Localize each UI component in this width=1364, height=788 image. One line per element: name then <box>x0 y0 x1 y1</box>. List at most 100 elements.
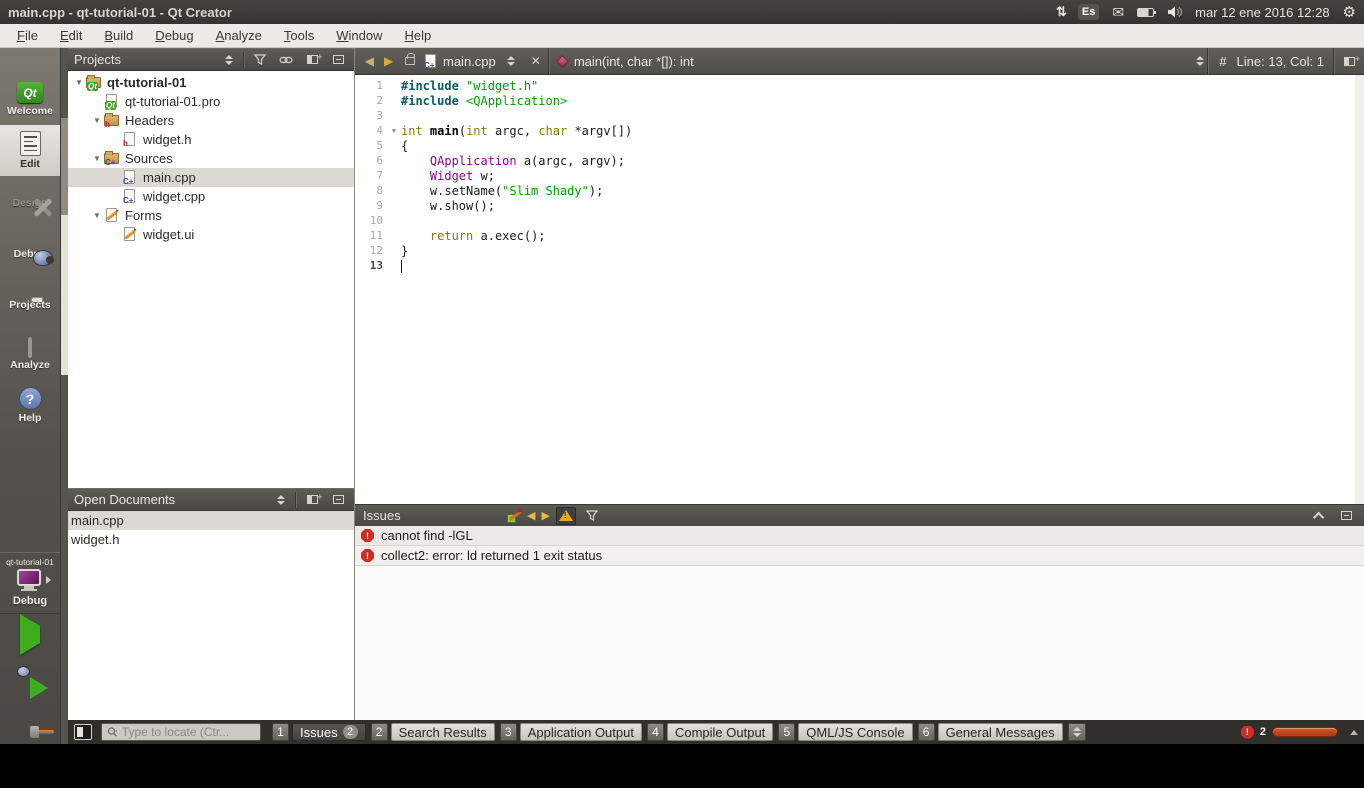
tree-item-widget.cpp[interactable]: C+ widget.cpp <box>68 187 354 206</box>
menu-tools[interactable]: Tools <box>273 25 325 46</box>
sync-with-editor-icon[interactable] <box>276 51 296 69</box>
session-gear-icon[interactable]: ⚙ <box>1343 3 1356 21</box>
toggle-sidebar-icon[interactable] <box>74 724 92 740</box>
output-pane-general-messages[interactable]: 6 General Messages <box>917 723 1063 741</box>
unlocked-icon <box>405 53 415 65</box>
menu-analyze[interactable]: Analyze <box>205 25 273 46</box>
analyze-screen-icon <box>28 336 32 358</box>
code-line-4[interactable]: 4 ▼ int main(int argc, char *argv[]) <box>355 123 1355 138</box>
issue-row[interactable]: ! collect2: error: ld returned 1 exit sta… <box>355 546 1364 566</box>
tree-item-qt-tutorial-01.pro[interactable]: Qt qt-tutorial-01.pro <box>68 92 354 111</box>
code-line-2[interactable]: 2 #include <QApplication> <box>355 93 1355 108</box>
clean-icon[interactable] <box>507 507 523 523</box>
expand-arrow-icon[interactable]: ▼ <box>72 78 86 87</box>
run-button[interactable] <box>0 614 60 656</box>
maximize-panel-icon[interactable] <box>1336 507 1356 525</box>
code-line-5[interactable]: 5{ <box>355 138 1355 153</box>
go-back-icon[interactable]: ◀ <box>365 54 374 68</box>
menu-debug[interactable]: Debug <box>144 25 204 46</box>
code-line-12[interactable]: 12} <box>355 243 1355 258</box>
split-panel-icon[interactable] <box>302 51 323 69</box>
filter-funnel-icon[interactable] <box>250 51 270 69</box>
mail-icon[interactable]: ✉ <box>1112 4 1124 21</box>
menu-build[interactable]: Build <box>93 25 144 46</box>
hash-icon[interactable]: # <box>1219 54 1226 69</box>
output-pane-issues[interactable]: 1 Issues 2 <box>272 723 366 741</box>
panel-selector-combo[interactable] <box>221 54 237 65</box>
pane-number: 4 <box>646 723 664 741</box>
code-line-13[interactable]: 13 <box>355 258 1355 273</box>
output-pane-compile-output[interactable]: 4 Compile Output <box>646 723 774 741</box>
previous-issue-icon[interactable]: ◀ <box>527 509 535 522</box>
tree-item-qt-tutorial-01[interactable]: ▼ Qt qt-tutorial-01 <box>68 73 354 92</box>
sidebar-scrollbar[interactable] <box>60 48 68 744</box>
tree-item-headers[interactable]: ▼ h Headers <box>68 111 354 130</box>
output-pane-qml-js-console[interactable]: 5 QML/JS Console <box>778 723 913 741</box>
code-line-9[interactable]: 9 w.show(); <box>355 198 1355 213</box>
show-warnings-icon[interactable] <box>555 506 576 525</box>
issues-empty-area <box>355 566 1364 720</box>
code-line-11[interactable]: 11 return a.exec(); <box>355 228 1355 243</box>
mode-analyze[interactable]: Analyze <box>0 329 60 380</box>
menu-edit[interactable]: Edit <box>49 25 93 46</box>
qt-pro-file-icon: Qt <box>104 94 120 110</box>
menu-file[interactable]: File <box>6 25 49 46</box>
next-issue-icon[interactable]: ▶ <box>541 509 549 522</box>
kit-selector[interactable]: qt-tutorial-01 Debug <box>0 552 60 614</box>
output-pane-search-results[interactable]: 2 Search Results <box>370 723 495 741</box>
mode-edit[interactable]: Edit <box>0 125 60 176</box>
split-editor-icon[interactable] <box>1334 48 1364 74</box>
document-label: main.cpp <box>71 513 124 528</box>
build-button[interactable] <box>0 698 60 740</box>
issues-panel-title: Issues <box>363 508 401 523</box>
open-document-main.cpp[interactable]: main.cpp <box>68 511 354 530</box>
symbol-combo-arrows[interactable] <box>1192 56 1208 66</box>
tree-item-main.cpp[interactable]: C+ main.cpp <box>68 168 354 187</box>
mode-welcome[interactable]: Qt Welcome <box>0 74 60 125</box>
panel-selector-combo[interactable] <box>273 494 289 505</box>
go-forward-icon[interactable]: ▶ <box>384 54 393 68</box>
clock[interactable]: mar 12 ene 2016 12:28 <box>1195 5 1329 20</box>
output-pane-application-output[interactable]: 3 Application Output <box>499 723 642 741</box>
fold-marker-icon[interactable]: ▼ <box>387 127 401 135</box>
expand-arrow-icon[interactable]: ▼ <box>90 116 104 125</box>
progress-detail-icon[interactable] <box>1350 729 1358 735</box>
filter-funnel-icon[interactable] <box>582 507 602 525</box>
code-line-10[interactable]: 10 <box>355 213 1355 228</box>
code-line-3[interactable]: 3 <box>355 108 1355 123</box>
tree-item-sources[interactable]: ▼ C+ Sources <box>68 149 354 168</box>
network-arrows-icon[interactable]: ⇅ <box>1056 4 1067 20</box>
collapse-up-icon[interactable] <box>1312 511 1325 523</box>
current-filename: main.cpp <box>443 53 496 69</box>
collapse-panel-icon[interactable] <box>328 51 348 69</box>
locator-input[interactable] <box>121 725 255 739</box>
code-line-8[interactable]: 8 w.setName("Slim Shady"); <box>355 183 1355 198</box>
code-editor[interactable]: 1 #include "widget.h" 2 #include <QApplicat… <box>355 75 1364 504</box>
expand-arrow-icon[interactable]: ▼ <box>90 154 104 163</box>
keyboard-layout-indicator[interactable]: Es <box>1077 4 1100 20</box>
symbol-selector[interactable]: main(int, char *[]): int <box>548 48 702 74</box>
start-debugging-button[interactable] <box>0 656 60 699</box>
battery-icon[interactable] <box>1137 7 1157 17</box>
volume-icon[interactable] <box>1167 6 1183 18</box>
expand-arrow-icon[interactable]: ▼ <box>90 211 104 220</box>
tree-item-forms[interactable]: ▼ Forms <box>68 206 354 225</box>
locator-field[interactable] <box>101 723 261 741</box>
menu-window[interactable]: Window <box>325 25 393 46</box>
issue-row[interactable]: ! cannot find -lGL <box>355 526 1364 546</box>
open-document-widget.h[interactable]: widget.h <box>68 530 354 549</box>
mode-help[interactable]: ? Help <box>0 380 60 431</box>
split-panel-icon[interactable] <box>302 491 323 509</box>
code-line-6[interactable]: 6 QApplication a(argc, argv); <box>355 153 1355 168</box>
tree-item-widget.ui[interactable]: widget.ui <box>68 225 354 244</box>
output-pane-combo[interactable] <box>1067 723 1086 741</box>
menu-help[interactable]: Help <box>393 25 442 46</box>
tree-item-widget.h[interactable]: h widget.h <box>68 130 354 149</box>
close-document-icon[interactable]: ✕ <box>523 54 549 68</box>
open-document-selector[interactable]: main.cpp <box>439 54 523 69</box>
mode-debug[interactable]: Debug <box>0 227 60 278</box>
code-line-7[interactable]: 7 Widget w; <box>355 168 1355 183</box>
mode-projects[interactable]: Projects <box>0 278 60 329</box>
close-panel-icon[interactable] <box>328 491 348 509</box>
code-line-1[interactable]: 1 #include "widget.h" <box>355 78 1355 93</box>
